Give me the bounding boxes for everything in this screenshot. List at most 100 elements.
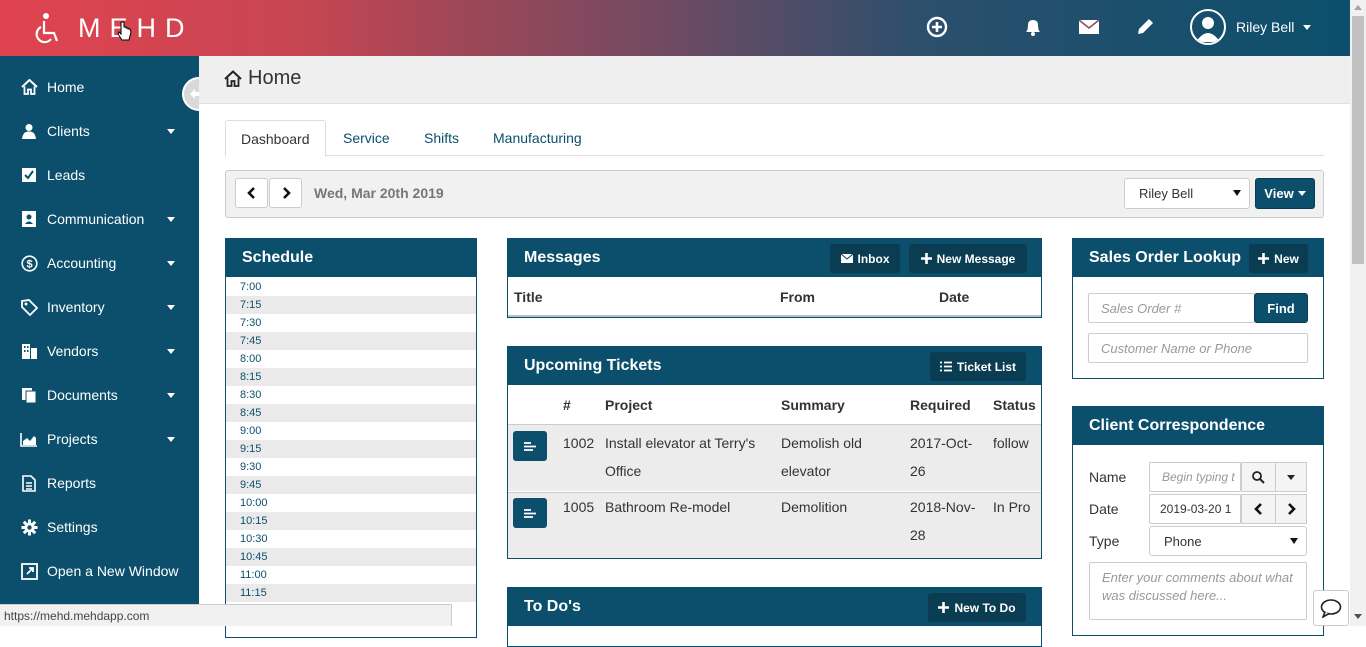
- todos-panel: To Do's New To Do: [507, 587, 1042, 647]
- schedule-time-slot[interactable]: 9:15: [226, 440, 476, 458]
- schedule-time-slot[interactable]: 11:00: [226, 566, 476, 584]
- column-header[interactable]: Required: [910, 397, 971, 413]
- sidebar-item-communication[interactable]: Communication: [0, 197, 199, 241]
- schedule-time-slot[interactable]: 7:00: [226, 278, 476, 296]
- schedule-time-slot[interactable]: 10:30: [226, 530, 476, 548]
- sidebar-item-projects[interactable]: Projects: [0, 417, 199, 461]
- sidebar-item-label: Home: [47, 79, 85, 95]
- schedule-time-slot[interactable]: 10:15: [226, 512, 476, 530]
- next-date-button[interactable]: [1275, 494, 1307, 524]
- sidebar-item-settings[interactable]: Settings: [0, 505, 199, 549]
- scroll-down-arrow-icon[interactable]: [1354, 614, 1362, 619]
- top-navbar: MEHD Riley Bell: [0, 0, 1350, 56]
- schedule-time-slot[interactable]: 7:45: [226, 332, 476, 350]
- caret-down-icon: [167, 129, 175, 134]
- upcoming-tickets-panel: Upcoming Tickets Ticket List # Project S…: [507, 346, 1042, 559]
- schedule-time-slot[interactable]: 8:00: [226, 350, 476, 368]
- schedule-time-slot[interactable]: 7:15: [226, 296, 476, 314]
- comments-textarea[interactable]: Enter your comments about what was discu…: [1089, 562, 1307, 620]
- chevron-left-icon: [1254, 503, 1262, 515]
- schedule-time-slot[interactable]: 10:00: [226, 494, 476, 512]
- schedule-time-slot[interactable]: 10:45: [226, 548, 476, 566]
- type-select[interactable]: Phone: [1149, 526, 1307, 556]
- plus-circle-icon[interactable]: [924, 14, 950, 40]
- tab-manufacturing[interactable]: Manufacturing: [478, 120, 597, 156]
- schedule-time-slot[interactable]: 9:30: [226, 458, 476, 476]
- schedule-time-slot[interactable]: 9:45: [226, 476, 476, 494]
- caret-down-icon: [167, 437, 175, 442]
- sidebar-item-label: Communication: [47, 211, 145, 227]
- ticket-details-button[interactable]: [513, 431, 547, 461]
- logo-mark-icon: [35, 13, 59, 44]
- customer-search-input[interactable]: Customer Name or Phone: [1088, 333, 1308, 363]
- schedule-time-slot[interactable]: 7:30: [226, 314, 476, 332]
- tab-service[interactable]: Service: [328, 120, 405, 156]
- schedule-time-slot[interactable]: 8:30: [226, 386, 476, 404]
- schedule-time-slot[interactable]: 9:00: [226, 422, 476, 440]
- sales-order-input[interactable]: Sales Order #: [1088, 293, 1255, 323]
- page-scrollbar[interactable]: [1350, 0, 1366, 626]
- scrollbar-thumb[interactable]: [1352, 16, 1364, 264]
- check-square-icon: [20, 166, 38, 184]
- client-name-input[interactable]: Begin typing t: [1149, 462, 1241, 492]
- chevron-down-icon: [1303, 24, 1312, 30]
- view-button[interactable]: View: [1255, 178, 1315, 209]
- table-row[interactable]: 1002 Install elevator at Terry's Office …: [508, 424, 1041, 491]
- sidebar-item-label: Leads: [47, 167, 86, 183]
- caret-down-icon: [1233, 190, 1241, 196]
- sidebar-item-accounting[interactable]: $ Accounting: [0, 241, 199, 285]
- external-window-icon: [20, 562, 38, 580]
- column-header[interactable]: Project: [605, 397, 652, 413]
- column-header[interactable]: #: [563, 397, 571, 413]
- sidebar-item-vendors[interactable]: Vendors: [0, 329, 199, 373]
- table-row[interactable]: 1005 Bathroom Re-model Demolition 2018-N…: [508, 492, 1041, 558]
- schedule-time-slot[interactable]: 8:45: [226, 404, 476, 422]
- sidebar-item-open-new-window[interactable]: Open a New Window: [0, 549, 199, 593]
- sidebar-item-leads[interactable]: Leads: [0, 153, 199, 197]
- sidebar-item-label: Accounting: [47, 255, 117, 271]
- envelope-icon[interactable]: [1076, 14, 1102, 40]
- previous-date-button[interactable]: [1241, 494, 1276, 524]
- user-select[interactable]: Riley Bell: [1124, 178, 1250, 209]
- date-input[interactable]: 2019-03-20 1: [1149, 494, 1241, 524]
- user-circle-icon: [1190, 9, 1226, 45]
- schedule-panel: Schedule 7:00 7:15 7:30 7:45 8:00 8:15 8:30 8:4…: [225, 238, 477, 638]
- search-button[interactable]: [1241, 462, 1276, 492]
- column-header[interactable]: Status: [993, 397, 1036, 413]
- dollar-circle-icon: $: [20, 254, 38, 272]
- schedule-time-slot[interactable]: 8:15: [226, 368, 476, 386]
- tab-shifts[interactable]: Shifts: [409, 120, 474, 156]
- files-icon: [20, 386, 38, 404]
- sidebar-item-home[interactable]: Home: [0, 65, 199, 109]
- column-header[interactable]: Date: [939, 289, 969, 305]
- previous-day-button[interactable]: [235, 178, 268, 208]
- schedule-time-slot[interactable]: 11:15: [226, 584, 476, 602]
- contact-card-icon: [20, 210, 38, 228]
- new-sales-order-button[interactable]: New: [1249, 244, 1308, 273]
- mouse-pointer-icon: [117, 21, 132, 41]
- column-header[interactable]: Title: [514, 289, 543, 305]
- ticket-details-button[interactable]: [513, 498, 547, 528]
- ticket-list-button[interactable]: Ticket List: [930, 352, 1026, 381]
- caret-down-icon: [1297, 191, 1306, 196]
- sidebar-item-inventory[interactable]: Inventory: [0, 285, 199, 329]
- pencil-icon[interactable]: [1132, 14, 1158, 40]
- tab-dashboard[interactable]: Dashboard: [225, 120, 326, 157]
- sidebar-item-clients[interactable]: Clients: [0, 109, 199, 153]
- inbox-button[interactable]: Inbox: [830, 244, 900, 273]
- new-todo-button[interactable]: New To Do: [928, 593, 1026, 622]
- scroll-up-arrow-icon[interactable]: [1354, 5, 1362, 10]
- bell-icon[interactable]: [1020, 14, 1046, 40]
- column-header[interactable]: Summary: [781, 397, 845, 413]
- column-header[interactable]: From: [780, 289, 815, 305]
- sidebar-item-documents[interactable]: Documents: [0, 373, 199, 417]
- name-dropdown-button[interactable]: [1275, 462, 1307, 492]
- new-message-button[interactable]: New Message: [909, 244, 1027, 273]
- app-logo[interactable]: MEHD: [30, 8, 194, 48]
- user-menu[interactable]: Riley Bell: [1190, 8, 1312, 46]
- chat-button[interactable]: [1313, 590, 1349, 626]
- find-button[interactable]: Find: [1254, 293, 1308, 323]
- next-day-button[interactable]: [269, 178, 302, 208]
- sidebar-item-reports[interactable]: Reports: [0, 461, 199, 505]
- user-icon: [20, 122, 38, 140]
